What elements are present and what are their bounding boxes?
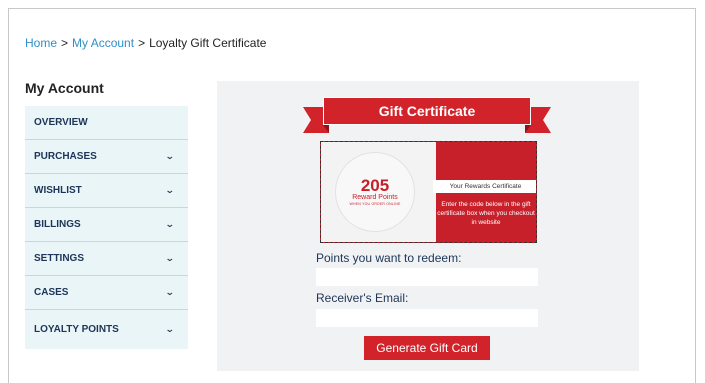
reward-points-label: Reward Points [352,194,398,201]
sidebar-item-label: CASES [34,287,69,298]
email-field-label: Receiver's Email: [316,291,409,305]
sidebar-item-wishlist[interactable]: WISHLIST ⌄ [25,174,188,208]
gift-certificate-ribbon: Gift Certificate [303,95,551,135]
chevron-down-icon[interactable]: ⌄ [165,253,175,264]
breadcrumb-home-link[interactable]: Home [25,36,57,50]
breadcrumb-current: Loyalty Gift Certificate [149,36,267,50]
breadcrumb-separator: > [61,36,69,50]
sidebar-title: My Account [25,80,104,96]
breadcrumb-separator: > [138,36,146,50]
sidebar-item-loyalty-points[interactable]: LOYALTY POINTS ⌄ [25,310,188,349]
chevron-down-icon[interactable]: ⌄ [165,324,175,335]
sidebar-item-label: BILLINGS [34,219,81,230]
certificate-instructions: Enter the code below in the gift certifi… [437,201,535,226]
breadcrumb: Home > My Account > Loyalty Gift Certificate [25,36,266,50]
sidebar-nav: OVERVIEW PURCHASES ⌄ WISHLIST ⌄ BILLINGS… [25,106,188,349]
sidebar-item-billings[interactable]: BILLINGS ⌄ [25,208,188,242]
email-input[interactable] [316,309,538,327]
sidebar-item-label: OVERVIEW [34,117,88,128]
chevron-down-icon[interactable]: ⌄ [165,185,175,196]
points-input[interactable] [316,268,538,286]
chevron-down-icon[interactable]: ⌄ [165,219,175,230]
certificate-band: Your Rewards Certificate [433,180,536,193]
chevron-down-icon[interactable]: ⌄ [165,287,175,298]
reward-points-subtext: WHEN YOU ORDER ONLINE [349,202,401,206]
sidebar-item-label: WISHLIST [34,185,82,196]
sidebar-item-label: SETTINGS [34,253,85,264]
sidebar-item-purchases[interactable]: PURCHASES ⌄ [25,140,188,174]
sidebar-item-settings[interactable]: SETTINGS ⌄ [25,242,188,276]
generate-gift-card-button[interactable]: Generate Gift Card [364,336,490,360]
sidebar-item-label: PURCHASES [34,151,97,162]
sidebar-item-cases[interactable]: CASES ⌄ [25,276,188,310]
ribbon-title: Gift Certificate [323,97,531,125]
breadcrumb-account-link[interactable]: My Account [72,36,134,50]
gift-certificate-panel: Gift Certificate 205 Reward Points WHEN … [217,81,639,371]
reward-points-seal: 205 Reward Points WHEN YOU ORDER ONLINE [335,152,415,232]
gift-certificate-card: 205 Reward Points WHEN YOU ORDER ONLINE … [320,141,537,243]
points-field-label: Points you want to redeem: [316,251,462,265]
sidebar-item-overview[interactable]: OVERVIEW [25,106,188,140]
reward-points-value: 205 [360,176,390,195]
sidebar-item-label: LOYALTY POINTS [34,324,119,335]
chevron-down-icon[interactable]: ⌄ [165,151,175,162]
